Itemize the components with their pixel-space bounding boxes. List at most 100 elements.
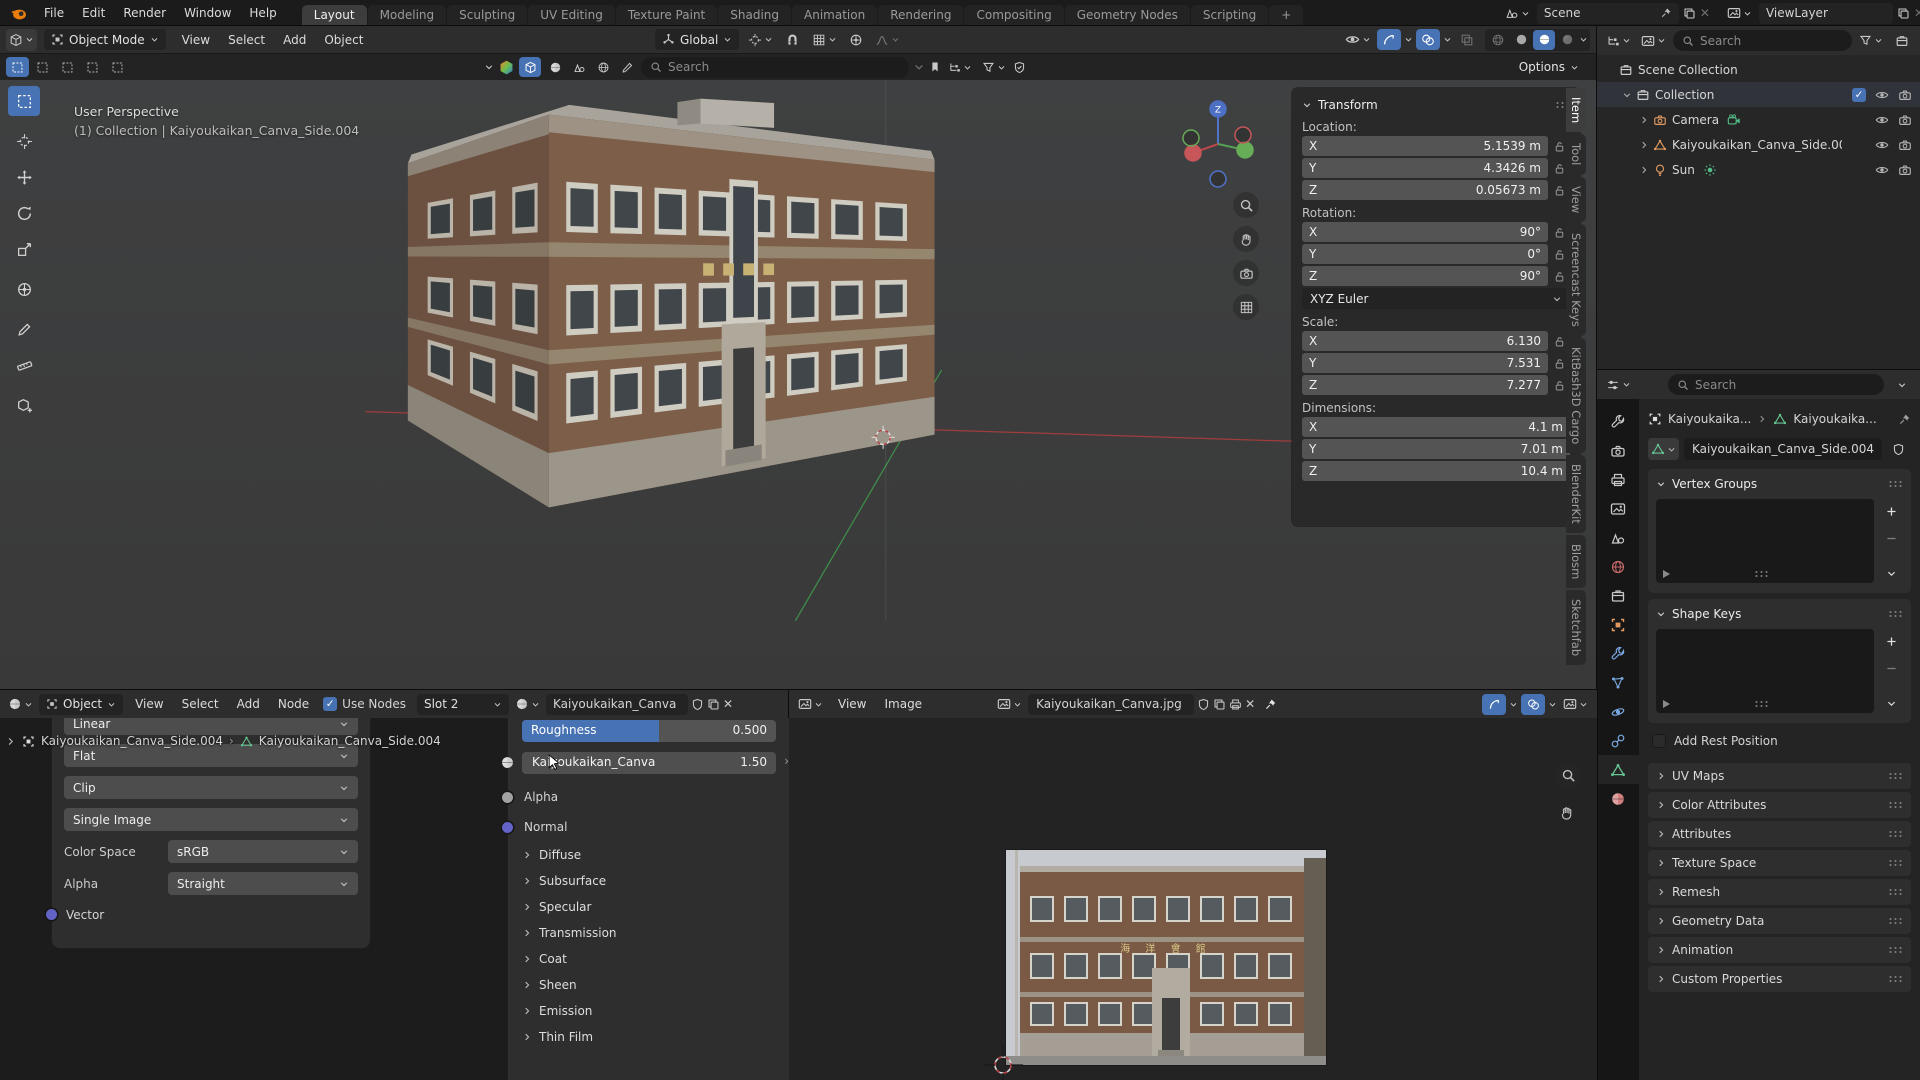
- sidebar-tab-blosm[interactable]: Blosm: [1566, 535, 1586, 588]
- workspace-tab-sculpting[interactable]: Sculpting: [447, 5, 527, 26]
- viewlayer-delete-icon[interactable]: ✕: [1914, 6, 1920, 20]
- pin-icon[interactable]: [1898, 413, 1911, 426]
- tool-rotate[interactable]: [8, 198, 40, 228]
- properties-tab-render[interactable]: [1597, 436, 1639, 465]
- pan-button[interactable]: [1554, 800, 1580, 826]
- hide-viewport-icon[interactable]: [1875, 138, 1889, 152]
- expand-icon[interactable]: [1639, 165, 1649, 175]
- expand-icon[interactable]: [1639, 140, 1649, 150]
- transform-value-field[interactable]: Y0°: [1302, 244, 1548, 264]
- fake-user-icon[interactable]: [691, 698, 704, 711]
- select-mode-4[interactable]: [106, 57, 129, 77]
- proportional-edit-toggle[interactable]: [846, 29, 866, 51]
- asset-type-model-button[interactable]: [519, 57, 541, 77]
- properties-tab-scene[interactable]: [1597, 523, 1639, 552]
- transform-value-field[interactable]: Y4.3426 m: [1302, 158, 1548, 178]
- transform-value-field[interactable]: X5.1539 m: [1302, 136, 1548, 156]
- transform-value-field[interactable]: X6.130: [1302, 331, 1548, 351]
- pin-icon[interactable]: [1660, 7, 1672, 19]
- image-menu-image[interactable]: Image: [875, 695, 931, 713]
- workspace-tab-animation[interactable]: Animation: [792, 5, 877, 26]
- viewlayer-name-field[interactable]: ViewLayer: [1759, 3, 1893, 24]
- asset-bar-collapse-icon[interactable]: [484, 62, 494, 72]
- sidebar-tab-item[interactable]: Item: [1566, 88, 1586, 132]
- panel-remesh[interactable]: Remesh: [1648, 879, 1911, 905]
- pivot-point-selector[interactable]: [745, 29, 776, 51]
- tool-scale[interactable]: [8, 234, 40, 264]
- bsdf-section-transmission[interactable]: Transmission: [522, 920, 776, 946]
- select-mode-2[interactable]: [56, 57, 79, 77]
- scene-copy-icon[interactable]: [1683, 7, 1696, 20]
- viewlayer-dropdown[interactable]: [1724, 2, 1755, 24]
- list-grip[interactable]: [1754, 700, 1769, 708]
- viewlayer-copy-icon[interactable]: [1897, 7, 1910, 20]
- editor-type-button[interactable]: [1603, 374, 1634, 396]
- properties-tab-physics[interactable]: [1597, 697, 1639, 726]
- outliner-filter-button[interactable]: [1856, 30, 1886, 52]
- sidebar-tab-blenderkit[interactable]: BlenderKit: [1566, 455, 1586, 533]
- image-menu-view[interactable]: View: [829, 695, 875, 713]
- options-button[interactable]: Options: [1512, 56, 1586, 78]
- editor-type-button[interactable]: [6, 29, 37, 51]
- list-grip[interactable]: [1754, 570, 1769, 578]
- workspace-tab--[interactable]: +: [1269, 5, 1303, 26]
- panel-grip[interactable]: [1888, 480, 1903, 488]
- zoom-button[interactable]: [1555, 762, 1581, 788]
- shader-menu-add[interactable]: Add: [228, 695, 269, 713]
- shading-wireframe-button[interactable]: [1487, 30, 1509, 50]
- list-box[interactable]: [1656, 629, 1874, 713]
- add-rest-position-checkbox[interactable]: [1652, 734, 1666, 748]
- properties-tab-world[interactable]: [1597, 552, 1639, 581]
- add-button[interactable]: [1879, 499, 1903, 523]
- breadcrumb-data[interactable]: Kaiyoukaika...: [1793, 412, 1876, 426]
- workspace-tab-geometry-nodes[interactable]: Geometry Nodes: [1065, 5, 1190, 26]
- shading-dropdown-icon[interactable]: [1579, 35, 1588, 44]
- sidebar-tab-screencast-keys[interactable]: Screencast Keys: [1566, 224, 1586, 336]
- node-dropdown-single-image[interactable]: Single Image: [64, 808, 358, 831]
- slot-selector[interactable]: Slot 2: [417, 694, 509, 715]
- outliner-row[interactable]: Scene Collection: [1597, 57, 1920, 82]
- panel-grip[interactable]: [1888, 917, 1903, 925]
- alpha-socket[interactable]: [502, 792, 513, 803]
- disable-render-icon[interactable]: [1898, 88, 1912, 102]
- transform-value-field[interactable]: Z10.4 m: [1302, 461, 1570, 481]
- outliner-row[interactable]: Kaiyoukaikan_Canva_Side.00: [1597, 132, 1920, 157]
- datablock-name-field[interactable]: Kaiyoukaikan_Canva_Side.004: [1684, 438, 1882, 460]
- panel-header[interactable]: Vertex Groups: [1656, 474, 1903, 494]
- pin-icon[interactable]: [1264, 698, 1277, 711]
- outliner-search-input[interactable]: Search: [1673, 30, 1852, 51]
- zoom-button[interactable]: [1233, 192, 1259, 218]
- shader-menu-node[interactable]: Node: [269, 695, 318, 713]
- outliner-row[interactable]: Camera: [1597, 107, 1920, 132]
- bsdf-section-sheen[interactable]: Sheen: [522, 972, 776, 998]
- workspace-tab-uv-editing[interactable]: UV Editing: [528, 5, 615, 26]
- node-dropdown-linear[interactable]: Linear: [64, 718, 358, 735]
- select-mode-0[interactable]: [6, 57, 29, 77]
- rotation-mode-selector[interactable]: XYZ Euler: [1302, 288, 1570, 309]
- chevron-down-icon[interactable]: [1548, 700, 1557, 709]
- snap-toggle[interactable]: [782, 29, 803, 51]
- specials-button[interactable]: [1879, 561, 1903, 585]
- verified-icon[interactable]: [1013, 61, 1026, 74]
- object-icon[interactable]: [1648, 412, 1662, 426]
- sidebar-tab-tool[interactable]: Tool: [1566, 134, 1586, 174]
- expand-icon[interactable]: [1622, 90, 1632, 100]
- properties-options-button[interactable]: [1890, 374, 1914, 395]
- specials-button[interactable]: [1879, 691, 1903, 715]
- panel-animation[interactable]: Animation: [1648, 937, 1911, 963]
- bsdf-section-specular[interactable]: Specular: [522, 894, 776, 920]
- panel-grip[interactable]: [1888, 888, 1903, 896]
- panel-header[interactable]: Shape Keys: [1656, 604, 1903, 624]
- list-play-icon[interactable]: [1663, 570, 1670, 578]
- properties-tab-object[interactable]: [1597, 610, 1639, 639]
- principled-bsdf-node[interactable]: Roughness0.5001.50Kaiyoukaikan_Canva›Alp…: [508, 718, 789, 1080]
- tool-measure[interactable]: [8, 350, 40, 380]
- list-play-icon[interactable]: [1663, 700, 1670, 708]
- panel-grip[interactable]: [1888, 975, 1903, 983]
- panel-grip[interactable]: [1888, 801, 1903, 809]
- tool-annotate[interactable]: [8, 314, 40, 344]
- disable-render-icon[interactable]: [1898, 138, 1912, 152]
- hide-viewport-icon[interactable]: [1875, 88, 1889, 102]
- transform-value-field[interactable]: Y7.01 m: [1302, 439, 1570, 459]
- scene-datablock-dropdown[interactable]: [1502, 2, 1533, 24]
